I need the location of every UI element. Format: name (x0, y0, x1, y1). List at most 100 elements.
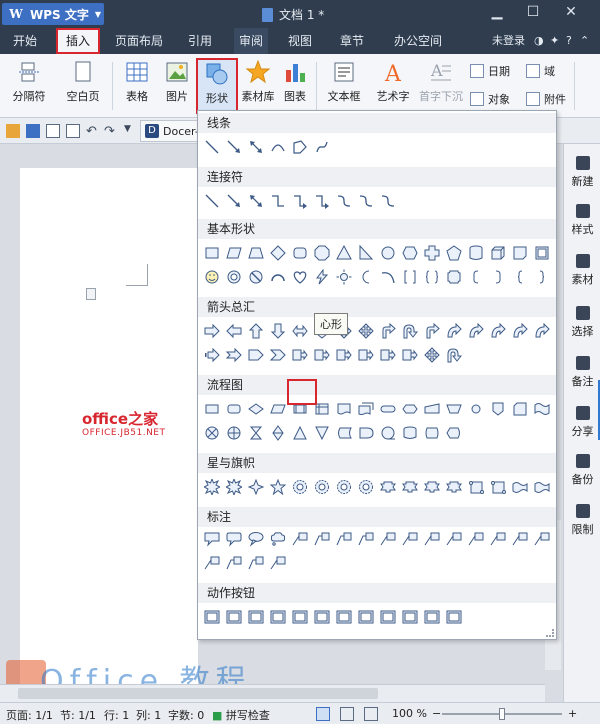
shape-frame-icon[interactable] (534, 245, 550, 261)
minimize-icon[interactable]: ▁ (486, 4, 508, 20)
separator-button[interactable]: 分隔符 (4, 58, 54, 114)
page-view-icon[interactable] (316, 707, 330, 721)
close-icon[interactable]: ✕ (560, 4, 582, 20)
spell-check-toggle[interactable]: ■ 拼写检查 (212, 707, 270, 723)
horizontal-scrollbar[interactable] (0, 684, 545, 702)
shape-linecall-icon[interactable] (204, 555, 220, 571)
shape-linecall-icon[interactable] (490, 531, 506, 547)
shape-trap-icon[interactable] (248, 245, 264, 261)
shape-arc-icon[interactable] (270, 269, 286, 285)
shape-diamond-icon[interactable] (270, 245, 286, 261)
shape-moon-icon[interactable] (358, 269, 374, 285)
shape-calloutR-icon[interactable] (292, 347, 308, 363)
shape-action-icon[interactable] (424, 609, 440, 625)
shape-dblarrow-icon[interactable] (248, 139, 264, 155)
shape-linecall2-icon[interactable] (358, 531, 374, 547)
shape-nosym-icon[interactable] (248, 269, 264, 285)
shape-curved-icon[interactable] (446, 323, 462, 339)
zoom-slider[interactable] (442, 708, 562, 720)
side-style-button[interactable]: 样式 (564, 204, 600, 237)
shape-para-icon[interactable] (226, 245, 242, 261)
outline-view-icon[interactable] (340, 707, 354, 721)
shape-calloutR-icon[interactable] (314, 347, 330, 363)
shape-larrow-icon[interactable] (226, 323, 242, 339)
shape-action-icon[interactable] (314, 609, 330, 625)
shape-freeform-icon[interactable] (292, 139, 308, 155)
shape-ribbon-icon[interactable] (424, 479, 440, 495)
shape-linecall-icon[interactable] (424, 531, 440, 547)
chart-button[interactable]: 图表 (280, 58, 310, 114)
attachment-button[interactable]: 附件 (526, 90, 566, 108)
shape-ovalcall-icon[interactable] (248, 531, 264, 547)
shape-linecall2-icon[interactable] (314, 531, 330, 547)
shape-stored-icon[interactable] (336, 425, 352, 441)
shape-action-icon[interactable] (380, 609, 396, 625)
shape-sun-icon[interactable] (336, 269, 352, 285)
save-icon[interactable] (26, 124, 40, 138)
shape-altproc-icon[interactable] (226, 401, 242, 417)
shape-wave-icon[interactable] (512, 479, 528, 495)
shape-curved-icon[interactable] (468, 323, 484, 339)
shape-striped-icon[interactable] (204, 347, 220, 363)
shape-rbracket-icon[interactable] (490, 269, 506, 285)
shape-sumjunc-icon[interactable] (204, 425, 220, 441)
object-button[interactable]: 对象 (470, 90, 510, 108)
shape-collate-icon[interactable] (248, 425, 264, 441)
shape-curvecon-icon[interactable] (358, 193, 374, 209)
shape-arcline-icon[interactable] (380, 269, 396, 285)
shape-calloutR-icon[interactable] (358, 347, 374, 363)
shape-rectcall-icon[interactable] (204, 531, 220, 547)
shape-document-icon[interactable] (336, 401, 352, 417)
drop-cap-button[interactable]: A 首字下沉 (416, 58, 466, 114)
side-share-button[interactable]: 分享 (564, 406, 600, 439)
shape-elbowarrow-icon[interactable] (292, 193, 308, 209)
shape-seal-icon[interactable] (358, 479, 374, 495)
shape-connector-icon[interactable] (468, 401, 484, 417)
login-link[interactable]: 未登录 (492, 28, 525, 54)
shape-cross-icon[interactable] (424, 245, 440, 261)
shape-burst-icon[interactable] (226, 479, 242, 495)
side-new-button[interactable]: 新建 (564, 156, 600, 189)
shape-can-icon[interactable] (468, 245, 484, 261)
shape-rtri-icon[interactable] (358, 245, 374, 261)
shape-linecall-icon[interactable] (270, 555, 286, 571)
shape-wave-icon[interactable] (534, 479, 550, 495)
shape-scroll-icon[interactable] (468, 479, 484, 495)
horizontal-scroll-thumb[interactable] (18, 688, 378, 699)
web-view-icon[interactable] (364, 707, 378, 721)
shape-action-icon[interactable] (204, 609, 220, 625)
shape-hexagon-icon[interactable] (402, 245, 418, 261)
shape-manual-icon[interactable] (424, 401, 440, 417)
shape-octagon-icon[interactable] (314, 245, 330, 261)
shape-seal-icon[interactable] (336, 479, 352, 495)
shape-offpage-icon[interactable] (490, 401, 506, 417)
tab-start[interactable]: 开始 (6, 28, 44, 54)
print-icon[interactable] (46, 124, 60, 138)
shape-linecall-icon[interactable] (446, 531, 462, 547)
shape-action-icon[interactable] (226, 609, 242, 625)
shape-lrarrow-icon[interactable] (292, 323, 308, 339)
tab-office-space[interactable]: 办公空间 (388, 28, 448, 54)
shape-burst-icon[interactable] (204, 479, 220, 495)
tab-insert[interactable]: 插入 (56, 28, 100, 54)
docer-tab[interactable]: D Docer- (140, 120, 200, 142)
shape-quadarrow-icon[interactable] (424, 347, 440, 363)
picture-button[interactable]: 图片 (158, 58, 196, 114)
shape-uarrow-icon[interactable] (248, 323, 264, 339)
shape-action-icon[interactable] (336, 609, 352, 625)
shape-linecall-icon[interactable] (380, 531, 396, 547)
shape-arrowline-icon[interactable] (226, 139, 242, 155)
field-button[interactable]: 域 (526, 62, 555, 80)
shape-card-icon[interactable] (512, 401, 528, 417)
shape-line-icon[interactable] (204, 139, 220, 155)
shape-action-icon[interactable] (446, 609, 462, 625)
shape-bentarrow-icon[interactable] (424, 323, 440, 339)
shape-rrect-icon[interactable] (292, 245, 308, 261)
shape-star5-icon[interactable] (270, 479, 286, 495)
chevron-down-icon[interactable]: ▼ (124, 124, 138, 138)
table-button[interactable]: 表格 (118, 58, 156, 114)
shape-uturn-icon[interactable] (402, 323, 418, 339)
shape-elbowarrow-icon[interactable] (314, 193, 330, 209)
shape-pentagon-icon[interactable] (446, 245, 462, 261)
shape-curved-icon[interactable] (490, 323, 506, 339)
